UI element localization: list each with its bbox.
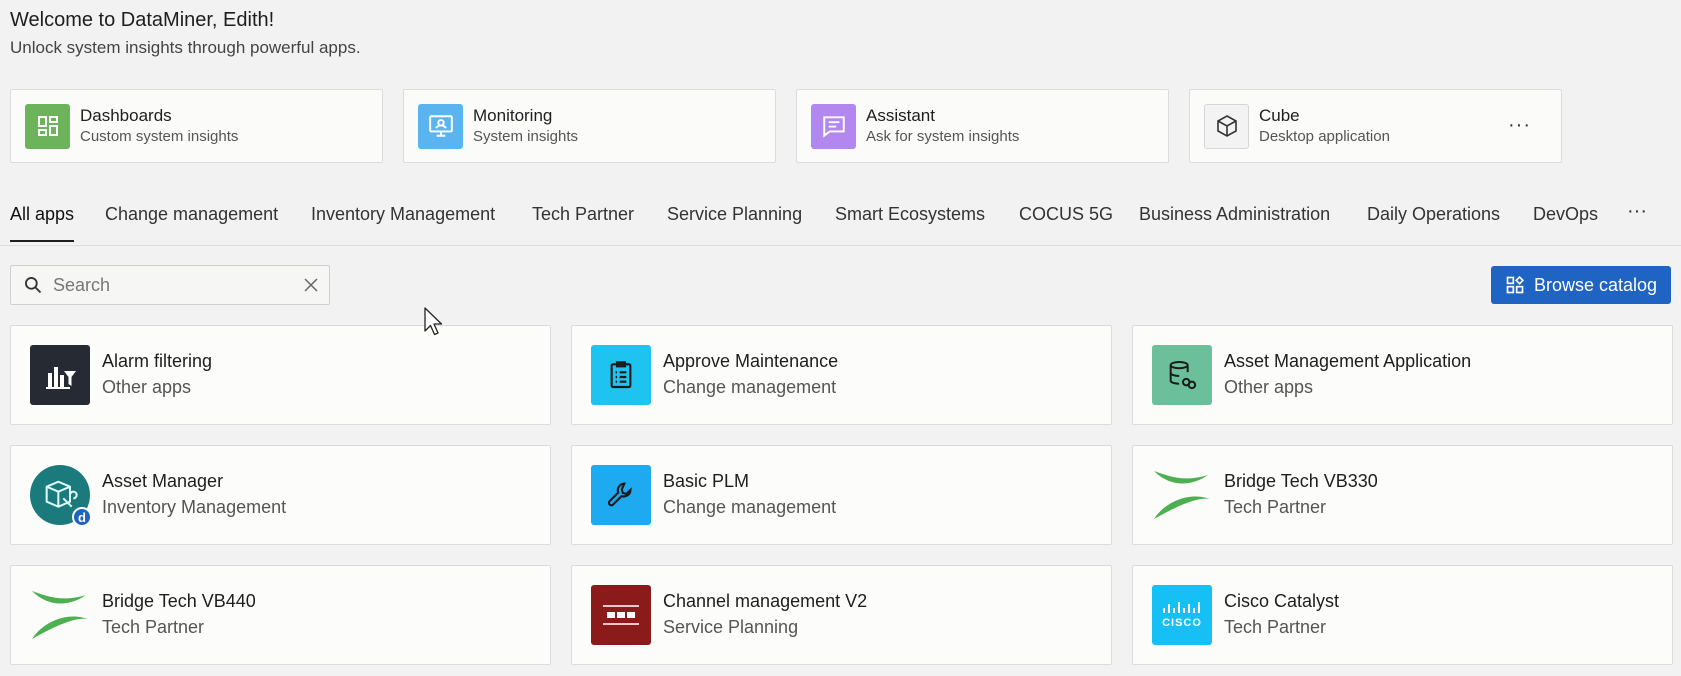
tab-smart-ecosystems[interactable]: Smart Ecosystems bbox=[835, 204, 985, 240]
app-category: Tech Partner bbox=[1224, 617, 1327, 637]
app-card-basic-plm[interactable]: Basic PLM Change management bbox=[571, 445, 1112, 545]
app-title: Alarm filtering bbox=[102, 351, 213, 371]
app-grid: Alarm filtering Other apps Approve Maint… bbox=[10, 325, 1673, 665]
app-title: Asset Management Application bbox=[1224, 351, 1472, 371]
database-link-icon bbox=[1152, 345, 1212, 405]
browse-catalog-label: Browse catalog bbox=[1533, 274, 1658, 295]
welcome-header: Welcome to DataMiner, Edith! Unlock syst… bbox=[10, 7, 361, 59]
app-title: Approve Maintenance bbox=[663, 351, 839, 371]
app-category: Service Planning bbox=[663, 617, 799, 637]
catalog-icon bbox=[1505, 275, 1525, 295]
tab-business-administration[interactable]: Business Administration bbox=[1139, 204, 1330, 240]
app-title: Asset Manager bbox=[102, 471, 224, 491]
dashboard-icon bbox=[25, 103, 70, 149]
chat-icon bbox=[811, 103, 856, 149]
app-category: Inventory Management bbox=[102, 497, 287, 517]
bridge-tech-logo-icon bbox=[30, 585, 90, 645]
more-tabs-icon[interactable]: ··· bbox=[1627, 200, 1647, 223]
welcome-subtitle: Unlock system insights through powerful … bbox=[10, 38, 361, 57]
app-card-approve-maintenance[interactable]: Approve Maintenance Change management bbox=[571, 325, 1112, 425]
quick-link-subtitle: Desktop application bbox=[1259, 128, 1390, 145]
app-title: Channel management V2 bbox=[663, 591, 868, 611]
app-title: Bridge Tech VB440 bbox=[102, 591, 256, 611]
app-title: Basic PLM bbox=[663, 471, 750, 491]
clear-icon[interactable] bbox=[303, 277, 319, 293]
tab-all-apps[interactable]: All apps bbox=[10, 204, 75, 242]
tab-daily-operations[interactable]: Daily Operations bbox=[1367, 204, 1500, 240]
quick-link-cube[interactable]: Cube Desktop application ··· bbox=[1189, 89, 1562, 163]
app-card-alarm-filtering[interactable]: Alarm filtering Other apps bbox=[10, 325, 551, 425]
tab-inventory-management[interactable]: Inventory Management bbox=[311, 204, 495, 240]
quick-link-dashboards[interactable]: Dashboards Custom system insights bbox=[10, 89, 383, 163]
browse-catalog-button[interactable]: Browse catalog bbox=[1491, 266, 1671, 304]
search-icon bbox=[23, 275, 43, 295]
app-card-asset-management-application[interactable]: Asset Management Application Other apps bbox=[1132, 325, 1673, 425]
quick-link-title: Monitoring bbox=[473, 106, 553, 125]
tab-devops[interactable]: DevOps bbox=[1533, 204, 1598, 240]
cisco-logo-icon: CISCO bbox=[1152, 585, 1212, 645]
quick-link-subtitle: System insights bbox=[473, 128, 579, 145]
tab-service-planning[interactable]: Service Planning bbox=[667, 204, 802, 240]
quick-link-monitoring[interactable]: Monitoring System insights bbox=[403, 89, 776, 163]
asset-manager-icon: d bbox=[30, 465, 92, 527]
search-input[interactable] bbox=[51, 273, 285, 297]
app-card-asset-manager[interactable]: d Asset Manager Inventory Management bbox=[10, 445, 551, 545]
app-card-cisco-catalyst[interactable]: CISCO Cisco Catalyst Tech Partner bbox=[1132, 565, 1673, 665]
tab-cocus-5g[interactable]: COCUS 5G bbox=[1019, 204, 1113, 240]
app-category: Tech Partner bbox=[102, 617, 205, 637]
tab-tech-partner[interactable]: Tech Partner bbox=[532, 204, 634, 240]
alarm-filter-icon bbox=[30, 345, 90, 405]
app-title: Cisco Catalyst bbox=[1224, 591, 1340, 611]
wrench-icon bbox=[591, 465, 651, 525]
badge-icon: d bbox=[72, 507, 92, 527]
quick-link-subtitle: Custom system insights bbox=[80, 128, 239, 145]
welcome-title: Welcome to DataMiner, Edith! bbox=[10, 9, 275, 31]
cisco-logo-text: CISCO bbox=[1162, 617, 1202, 629]
tab-change-management[interactable]: Change management bbox=[105, 204, 278, 240]
bridge-tech-logo-icon bbox=[1152, 465, 1212, 525]
channel-icon bbox=[591, 585, 651, 645]
app-card-channel-management-v2[interactable]: Channel management V2 Service Planning bbox=[571, 565, 1112, 665]
app-card-bridge-tech-vb440[interactable]: Bridge Tech VB440 Tech Partner bbox=[10, 565, 551, 665]
more-options-icon[interactable]: ··· bbox=[1508, 114, 1531, 137]
quick-link-subtitle: Ask for system insights bbox=[866, 128, 1020, 145]
quick-link-title: Assistant bbox=[866, 106, 935, 125]
app-title: Bridge Tech VB330 bbox=[1224, 471, 1378, 491]
quick-link-assistant[interactable]: Assistant Ask for system insights bbox=[796, 89, 1169, 163]
app-category: Change management bbox=[663, 377, 837, 397]
app-card-bridge-tech-vb330[interactable]: Bridge Tech VB330 Tech Partner bbox=[1132, 445, 1673, 545]
app-category: Other apps bbox=[102, 377, 192, 397]
quick-link-title: Cube bbox=[1259, 106, 1300, 125]
search-box bbox=[10, 265, 330, 305]
quick-links: Dashboards Custom system insights Monito… bbox=[10, 89, 1562, 163]
category-tabs: All apps Change management Inventory Man… bbox=[0, 196, 1681, 246]
clipboard-icon bbox=[591, 345, 651, 405]
monitoring-icon bbox=[418, 103, 463, 149]
mouse-cursor-icon bbox=[424, 307, 444, 342]
app-category: Change management bbox=[663, 497, 837, 517]
quick-link-title: Dashboards bbox=[80, 106, 172, 125]
cube-icon bbox=[1204, 103, 1249, 149]
app-category: Tech Partner bbox=[1224, 497, 1327, 517]
app-category: Other apps bbox=[1224, 377, 1314, 397]
